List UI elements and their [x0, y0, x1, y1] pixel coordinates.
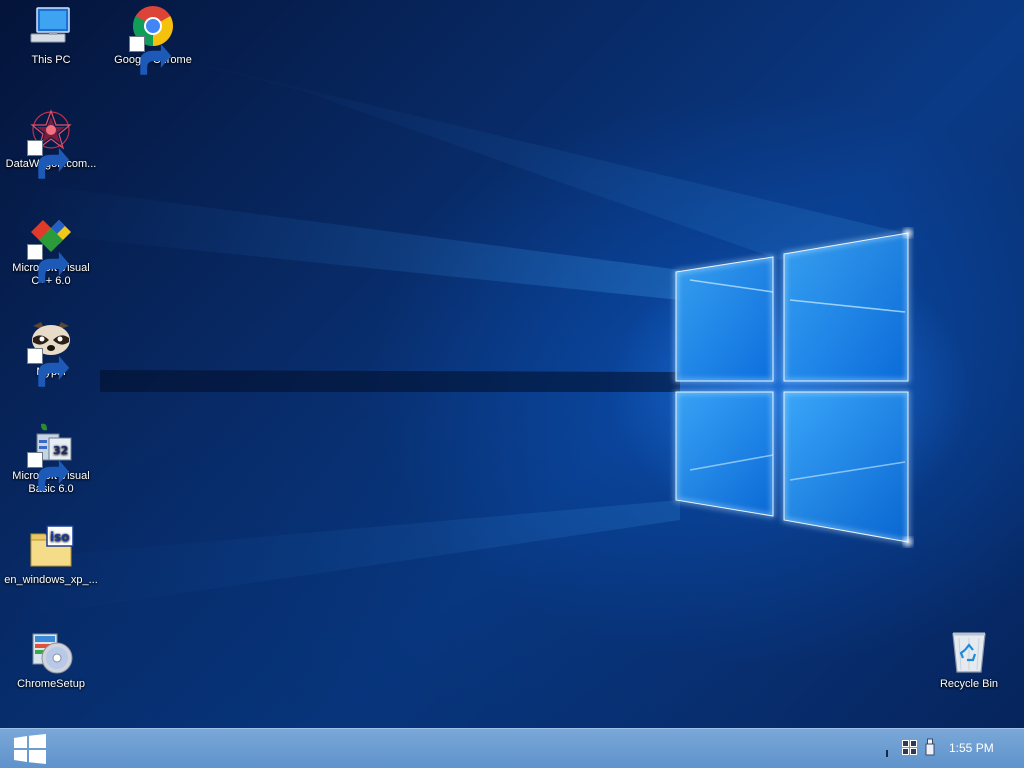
installer-icon: [27, 628, 75, 676]
start-button[interactable]: [0, 729, 58, 768]
wallpaper: [0, 40, 912, 620]
desktop-icon-visual-cpp[interactable]: Microsoft Visual C++ 6.0: [1, 212, 101, 288]
desktop-icon-iso-file[interactable]: iso en_windows_xp_...: [1, 524, 101, 587]
visual-basic-icon: 32: [27, 420, 75, 491]
datawagon-icon: [27, 108, 75, 179]
shortcut-arrow-icon: [27, 244, 70, 283]
desktop-icon-datawagon[interactable]: DataWagon.com...: [1, 108, 101, 179]
desktop[interactable]: This PC Google Chrome Microsoft Visual 6…: [0, 0, 1024, 728]
chrome-icon: [129, 4, 177, 75]
system-tray: 1:55 PM: [864, 729, 1024, 768]
shortcut-arrow-icon: [27, 140, 70, 179]
desktop-icon-label: ChromeSetup: [17, 678, 85, 690]
desktop-icon-visual-basic[interactable]: 32 Microsoft Visual Basic 6.0: [1, 420, 101, 496]
shortcut-arrow-icon: [129, 36, 172, 75]
clock[interactable]: 1:55 PM: [949, 741, 994, 755]
shortcut-arrow-icon: [27, 452, 70, 491]
usb-icon[interactable]: [924, 738, 936, 761]
desktop-icon-google-chrome[interactable]: Google Chrome: [103, 4, 203, 75]
desktop-icon-label: en_windows_xp_...: [4, 574, 98, 586]
recycle-bin-icon: [945, 628, 993, 676]
desktop-icon-label: Recycle Bin: [939, 678, 999, 690]
shortcut-arrow-icon: [27, 348, 70, 387]
network-icon[interactable]: [902, 740, 918, 761]
desktop-icon-recycle-bin[interactable]: Recycle Bin: [919, 628, 1019, 691]
desktop-icon-label: This PC: [31, 54, 71, 66]
svg-text:iso: iso: [50, 530, 70, 544]
desktop-icon-this-pc[interactable]: This PC: [1, 4, 101, 67]
visual-cpp-icon: [27, 212, 75, 283]
windows-logo-icon: [14, 734, 46, 764]
tray-chevron-icon[interactable]: [884, 745, 890, 763]
iso-file-icon: iso: [27, 524, 75, 572]
desktop-icon-mypal[interactable]: Mypal: [1, 316, 101, 387]
this-pc-icon: [27, 4, 75, 52]
taskbar: 1:55 PM: [0, 728, 1024, 768]
mypal-icon: [27, 316, 75, 387]
desktop-icon-chrome-setup[interactable]: ChromeSetup: [1, 628, 101, 691]
